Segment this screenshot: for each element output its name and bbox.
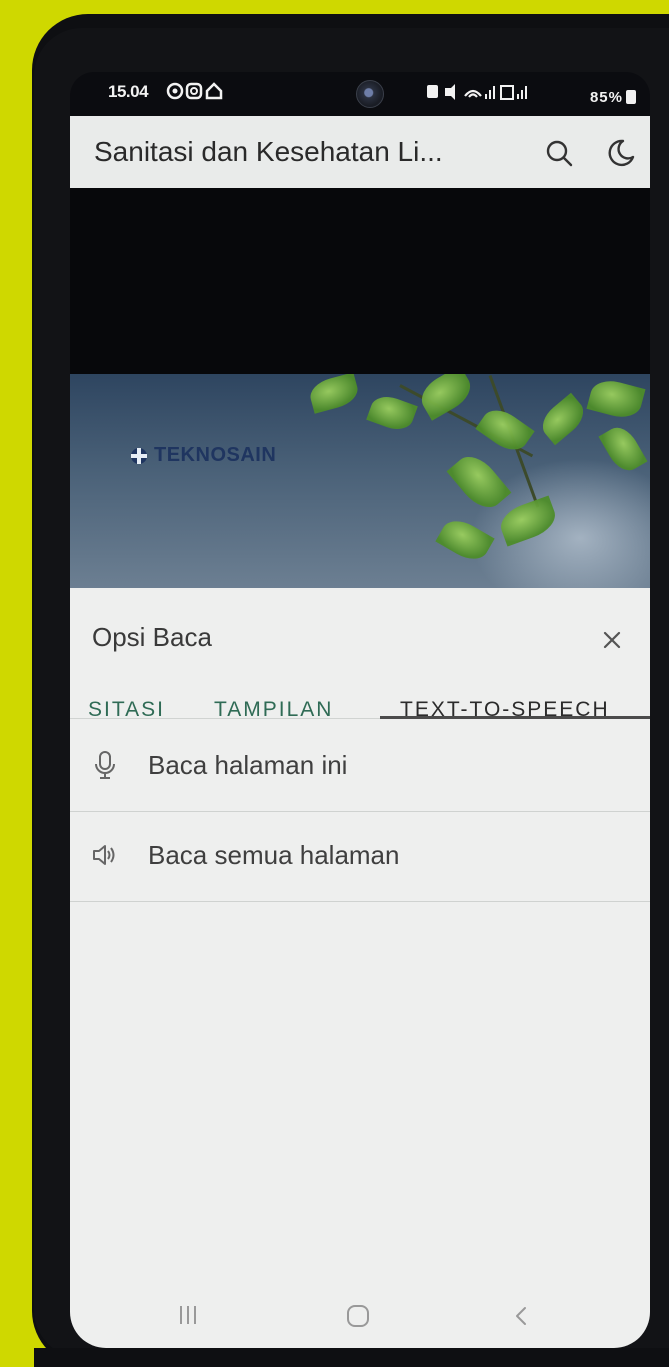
moon-icon[interactable] [606, 138, 636, 168]
screen: 15.04 85% Sanitasi dan Kesehatan Li... T… [70, 72, 650, 1348]
signal-icons [426, 84, 527, 100]
sheet-title: Opsi Baca [92, 622, 212, 652]
phone-bottom-edge [34, 1348, 669, 1367]
teknosain-logo-icon [131, 447, 147, 464]
read-this-page-option[interactable]: Baca halaman ini [70, 722, 650, 812]
cover-top-area [70, 188, 650, 374]
reading-options-sheet: Opsi Baca SITASI TAMPILAN TEXT-TO-SPEECH… [70, 588, 650, 1348]
divider [70, 901, 650, 902]
brand-name: TEKNOSAIN [154, 444, 277, 466]
status-right-icons: 85% [426, 82, 636, 106]
notification-icons [166, 81, 228, 106]
read-all-pages-option[interactable]: Baca semua halaman [70, 812, 650, 902]
app-bar: Sanitasi dan Kesehatan Li... [70, 116, 650, 188]
battery-icon [626, 90, 636, 104]
back-icon[interactable] [510, 1302, 532, 1330]
status-bar: 15.04 85% [70, 72, 650, 116]
cover-banner: TEKNOSAIN [70, 374, 650, 588]
system-nav-bar [70, 1284, 650, 1348]
recent-apps-icon[interactable] [176, 1300, 200, 1330]
leaf [535, 392, 591, 446]
leaf [366, 391, 418, 435]
page-title: Sanitasi dan Kesehatan Li... [94, 136, 443, 167]
brand-logo: TEKNOSAIN [130, 444, 276, 467]
search-icon[interactable] [544, 138, 574, 168]
leaf [475, 402, 535, 458]
status-time: 15.04 [108, 82, 149, 101]
battery-level: 85% [589, 89, 623, 106]
active-tab-indicator [380, 716, 650, 719]
microphone-icon [95, 751, 115, 779]
notification-icon-group [166, 82, 223, 100]
leaf [586, 375, 646, 423]
home-icon[interactable] [344, 1302, 372, 1330]
leaf [414, 374, 478, 421]
speaker-icon [93, 845, 115, 865]
read-all-pages-label: Baca semua halaman [148, 840, 400, 870]
close-icon[interactable] [600, 628, 624, 652]
read-this-page-label: Baca halaman ini [148, 750, 348, 780]
leaf [306, 374, 362, 414]
front-camera [356, 80, 384, 108]
